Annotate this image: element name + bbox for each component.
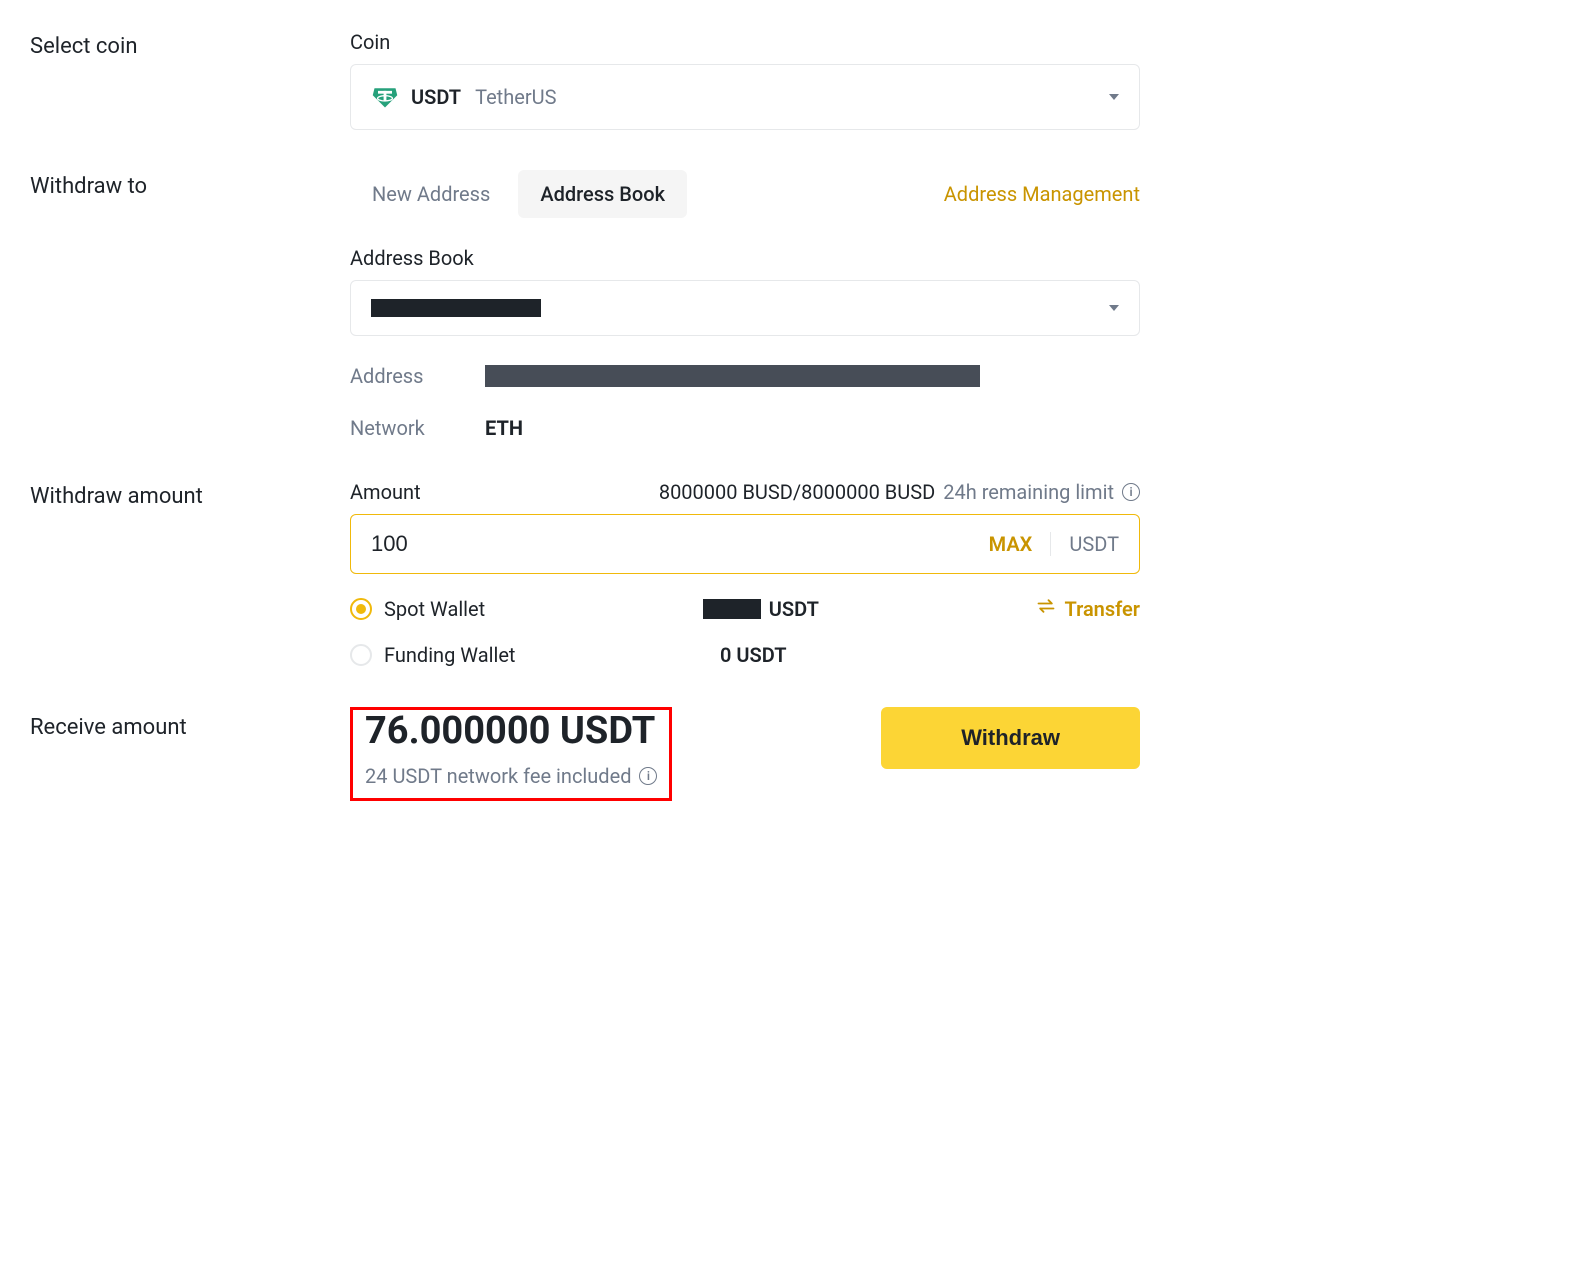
coin-name: TetherUS [475, 85, 556, 109]
amount-label: Amount [350, 480, 421, 504]
section-label-select-coin: Select coin [30, 30, 350, 130]
transfer-button[interactable]: Transfer [1036, 596, 1140, 621]
radio-funding-wallet[interactable] [350, 644, 372, 666]
info-icon[interactable]: i [639, 767, 657, 785]
tab-address-book[interactable]: Address Book [518, 170, 687, 218]
amount-unit: USDT [1069, 532, 1119, 556]
coin-symbol: USDT [411, 85, 461, 109]
link-address-management[interactable]: Address Management [944, 182, 1140, 206]
receive-amount-value: 76.000000 USDT [365, 712, 657, 750]
section-label-withdraw-to: Withdraw to [30, 170, 350, 440]
limit-value: 8000000 BUSD/8000000 BUSD [659, 480, 935, 504]
highlight-box: 76.000000 USDT 24 USDT network fee inclu… [350, 707, 672, 801]
network-fee-note: 24 USDT network fee included [365, 764, 631, 788]
chevron-down-icon [1109, 305, 1119, 311]
coin-field-label: Coin [350, 30, 1140, 54]
radio-spot-wallet[interactable] [350, 598, 372, 620]
address-label: Address [350, 364, 485, 388]
section-label-withdraw-amount: Withdraw amount [30, 480, 350, 667]
coin-select[interactable]: USDT TetherUS [350, 64, 1140, 130]
funding-wallet-label: Funding Wallet [384, 643, 515, 667]
transfer-label: Transfer [1064, 597, 1140, 621]
amount-input[interactable] [371, 531, 989, 557]
address-value-redacted [485, 365, 980, 387]
divider [1050, 532, 1051, 556]
network-label: Network [350, 416, 485, 440]
funding-wallet-balance: 0 USDT [720, 643, 787, 667]
address-book-selected-redacted [371, 299, 541, 317]
info-icon[interactable]: i [1122, 483, 1140, 501]
tether-icon [371, 83, 399, 111]
spot-wallet-unit: USDT [769, 597, 819, 621]
tab-new-address[interactable]: New Address [350, 170, 512, 218]
address-book-label: Address Book [350, 246, 1140, 270]
transfer-icon [1036, 596, 1056, 621]
chevron-down-icon [1109, 94, 1119, 100]
limit-label: 24h remaining limit [943, 480, 1114, 504]
spot-wallet-balance-redacted [703, 599, 761, 619]
max-button[interactable]: MAX [989, 532, 1033, 556]
withdraw-button[interactable]: Withdraw [881, 707, 1140, 769]
section-label-receive-amount: Receive amount [30, 707, 350, 801]
network-value: ETH [485, 416, 523, 440]
amount-input-container: MAX USDT [350, 514, 1140, 574]
spot-wallet-label: Spot Wallet [384, 597, 485, 621]
address-book-select[interactable] [350, 280, 1140, 336]
